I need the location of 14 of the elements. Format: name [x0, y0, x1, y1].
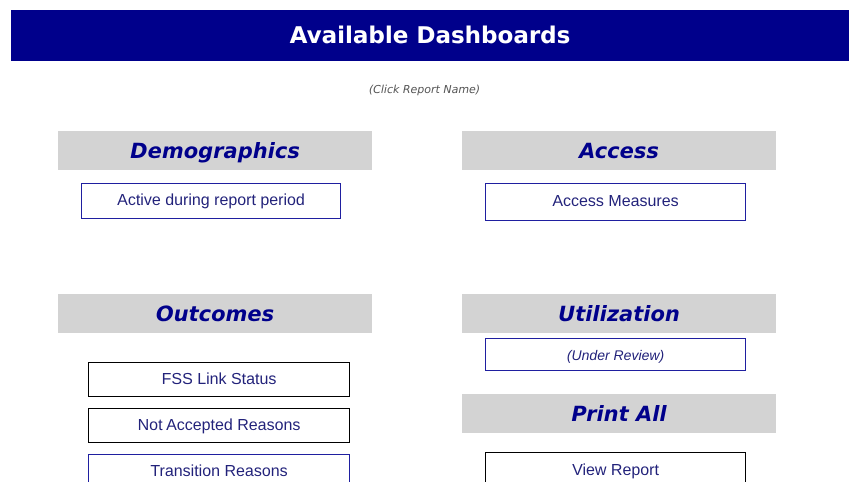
- report-button[interactable]: Transition Reasons: [88, 454, 350, 482]
- report-button[interactable]: FSS Link Status: [88, 362, 350, 397]
- section-heading: Utilization: [462, 294, 776, 333]
- report-button[interactable]: Access Measures: [485, 183, 746, 221]
- section-heading: Print All: [462, 394, 776, 433]
- page-title: Available Dashboards: [11, 10, 849, 61]
- report-button[interactable]: Active during report period: [81, 183, 341, 219]
- section-heading: Access: [462, 131, 776, 170]
- status-label[interactable]: (Under Review): [485, 338, 746, 371]
- section-heading: Outcomes: [58, 294, 372, 333]
- hint-text: (Click Report Name): [368, 83, 480, 96]
- section-heading: Demographics: [58, 131, 372, 170]
- report-button[interactable]: Not Accepted Reasons: [88, 408, 350, 443]
- report-button[interactable]: View Report: [485, 452, 746, 482]
